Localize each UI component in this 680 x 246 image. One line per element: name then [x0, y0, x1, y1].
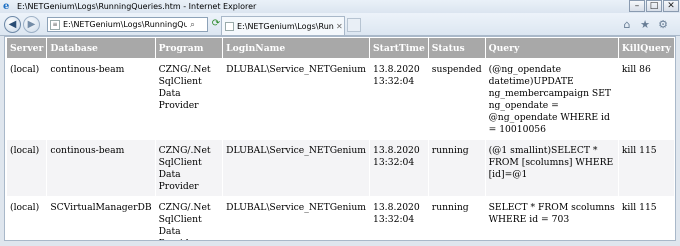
table-row: (local) continous-beam CZNG/.Net SqlClie… — [7, 59, 674, 139]
cell-program: CZNG/.Net SqlClient Data Provider — [155, 140, 223, 196]
cell-kill: kill 86 — [618, 59, 674, 139]
address-bar[interactable]: ≡ E:\NETGenium\Logs\RunningQueries ⌕ — [47, 17, 208, 32]
home-icon[interactable]: ⌂ — [620, 18, 634, 32]
star-icon[interactable]: ★ — [638, 18, 652, 32]
cell-query: SELECT * FROM scolumns WHERE id = 703 — [485, 197, 618, 240]
tab-close-icon[interactable]: ✕ — [336, 22, 343, 31]
running-queries-table: Server Database Program LoginName StartT… — [6, 37, 675, 240]
cell-program: CZNG/.Net SqlClient Data Provider — [155, 59, 223, 139]
forward-button[interactable]: ▶ — [23, 16, 40, 33]
browser-tab[interactable]: E:\NETGenium\Logs\Running... ✕ — [221, 16, 345, 35]
close-button[interactable]: ✕ — [663, 0, 679, 12]
address-text[interactable]: E:\NETGenium\Logs\RunningQueries — [63, 20, 187, 29]
window-controls: – □ ✕ — [628, 0, 679, 12]
cell-database: continous-beam — [47, 140, 155, 196]
cell-starttime: 13.8.2020 13:32:04 — [369, 140, 428, 196]
tab-title: E:\NETGenium\Logs\Running... — [237, 21, 334, 31]
page-icon: ≡ — [50, 19, 60, 30]
minimize-button[interactable]: – — [629, 0, 645, 12]
back-button[interactable]: ◀ — [4, 16, 21, 33]
forward-arrow-icon: ▶ — [27, 19, 36, 30]
start-time: 13:32:04 — [372, 214, 415, 225]
internet-explorer-icon: e — [3, 1, 10, 12]
header-server: Server — [7, 38, 47, 58]
table-row: (local) continous-beam CZNG/.Net SqlClie… — [7, 140, 674, 196]
tab-page-icon — [225, 21, 234, 31]
cell-query: (@ng_opendate datetime)UPDATE ng_memberc… — [485, 59, 618, 139]
start-date: 13.8.2020 — [372, 64, 420, 75]
title-bar: e E:\NETGenium\Logs\RunningQueries.htm -… — [0, 0, 680, 13]
start-time: 13:32:04 — [372, 157, 415, 168]
table-header-row: Server Database Program LoginName StartT… — [7, 38, 674, 58]
cell-status: running — [428, 197, 485, 240]
back-arrow-icon: ◀ — [8, 19, 17, 30]
cell-server: (local) — [7, 140, 47, 196]
table-row: (local) SCVirtualManagerDB CZNG/.Net Sql… — [7, 197, 674, 240]
toolbar-icons: ⌂ ★ ⚙ — [616, 18, 670, 32]
cell-kill: kill 115 — [618, 140, 674, 196]
search-icon[interactable]: ⌕ — [190, 20, 195, 30]
header-starttime: StartTime — [369, 38, 428, 58]
header-program: Program — [155, 38, 223, 58]
new-tab-button[interactable] — [347, 18, 361, 32]
cell-login: DLUBAL\Service_NETGenium — [223, 197, 369, 240]
gear-icon[interactable]: ⚙ — [656, 18, 670, 32]
cell-login: DLUBAL\Service_NETGenium — [223, 140, 369, 196]
start-time: 13:32:04 — [372, 76, 415, 87]
cell-kill: kill 115 — [618, 197, 674, 240]
cell-starttime: 13.8.2020 13:32:04 — [369, 59, 428, 139]
cell-server: (local) — [7, 197, 47, 240]
cell-status: running — [428, 140, 485, 196]
header-killquery: KillQuery — [618, 38, 674, 58]
cell-database: SCVirtualManagerDB — [47, 197, 155, 240]
cell-program: CZNG/.Net SqlClient Data Provider — [155, 197, 223, 240]
header-database: Database — [47, 38, 155, 58]
cell-login: DLUBAL\Service_NETGenium — [223, 59, 369, 139]
start-date: 13.8.2020 — [372, 202, 420, 213]
cell-status: suspended — [428, 59, 485, 139]
window-title: E:\NETGenium\Logs\RunningQueries.htm - I… — [17, 2, 257, 11]
maximize-button[interactable]: □ — [646, 0, 662, 12]
cell-server: (local) — [7, 59, 47, 139]
header-loginname: LoginName — [223, 38, 369, 58]
header-query: Query — [485, 38, 618, 58]
page-content: Server Database Program LoginName StartT… — [4, 36, 676, 241]
cell-starttime: 13.8.2020 13:32:04 — [369, 197, 428, 240]
cell-query: (@1 smallint)SELECT * FROM [scolumns] WH… — [485, 140, 618, 196]
header-status: Status — [428, 38, 485, 58]
cell-database: continous-beam — [47, 59, 155, 139]
navigation-bar: ◀ ▶ ≡ E:\NETGenium\Logs\RunningQueries ⌕… — [0, 13, 680, 36]
start-date: 13.8.2020 — [372, 145, 420, 156]
